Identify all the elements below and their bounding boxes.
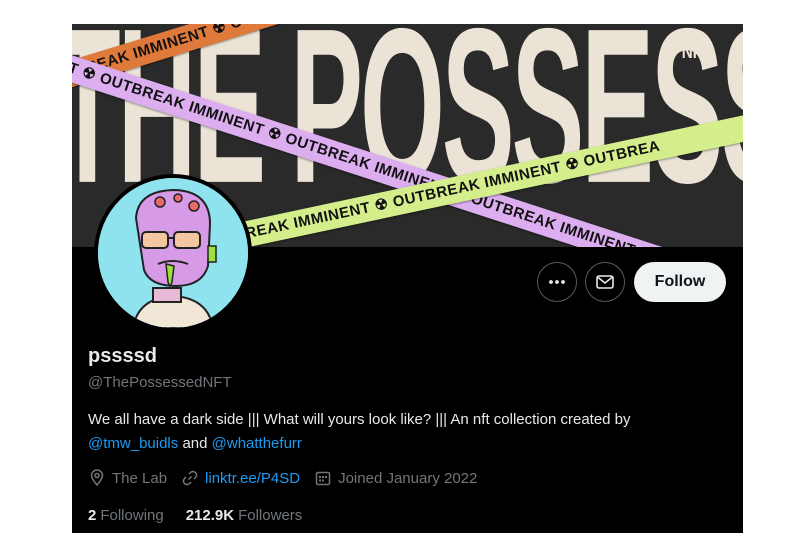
link-icon xyxy=(182,470,198,486)
display-name: pssssd xyxy=(88,345,157,367)
envelope-icon xyxy=(596,275,614,289)
bio-text: We all have a dark side ||| What will yo… xyxy=(88,411,631,428)
location-pin-icon xyxy=(90,469,104,487)
user-handle: @ThePossessedNFT xyxy=(88,374,232,391)
website-link[interactable]: linktr.ee/P4SD xyxy=(205,470,300,487)
profile-stats: 2 Following 212.9K Followers xyxy=(88,507,324,524)
avatar-art-icon xyxy=(98,178,248,328)
bio-and: and xyxy=(182,435,208,452)
followers-label: Followers xyxy=(238,507,303,524)
followers-link[interactable]: 212.9K Followers xyxy=(186,507,303,524)
banner-nft-tag: NFT xyxy=(681,42,712,63)
meta-location: The Lab xyxy=(88,469,167,487)
message-button[interactable] xyxy=(585,262,625,302)
profile-meta: The Lab linktr.ee/P4SD Joined January 20… xyxy=(88,469,491,487)
location-text: The Lab xyxy=(112,469,168,487)
following-count: 2 xyxy=(88,507,97,524)
following-link[interactable]: 2 Following xyxy=(88,507,164,524)
profile-bio: We all have a dark side ||| What will yo… xyxy=(88,408,728,456)
calendar-icon xyxy=(315,471,331,486)
meta-joined: Joined January 2022 xyxy=(314,469,477,487)
meta-website: linktr.ee/P4SD xyxy=(181,469,300,487)
bio-mention-whatthefurr[interactable]: @whatthefurr xyxy=(212,435,302,452)
joined-text: Joined January 2022 xyxy=(338,469,478,487)
follow-button[interactable]: Follow xyxy=(634,262,726,302)
more-horizontal-icon xyxy=(549,280,565,284)
avatar[interactable] xyxy=(94,174,252,332)
more-options-button[interactable] xyxy=(537,262,577,302)
bio-mention-tmw-buidls[interactable]: @tmw_buidls xyxy=(88,435,178,452)
following-label: Following xyxy=(100,507,164,524)
profile-card: THE POSSESSED NFT UTBREAK IMMINENT ☢ OUT… xyxy=(72,24,743,533)
followers-count: 212.9K xyxy=(185,507,235,524)
